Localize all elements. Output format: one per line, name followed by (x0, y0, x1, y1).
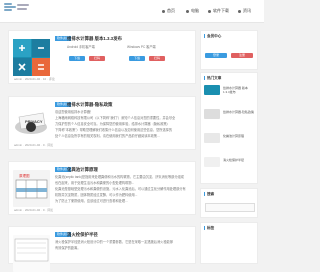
post-excerpt: 为了防止了便携使用，应该经过可进行查看和处理... (55, 199, 128, 203)
post-thumbnail[interactable] (13, 39, 50, 76)
post-excerpt: 处个人信息及所享有的相关权利。请在使用我们的产品前仔细阅读本政策... (55, 134, 160, 138)
post-thumbnail[interactable]: 原理图 (13, 170, 50, 207)
news-icon (238, 9, 241, 13)
hydrant-diagram-icon (14, 238, 49, 262)
site-header: 首页 电脑 软件下载 资讯 (0, 0, 264, 23)
article-thumbnail (204, 157, 220, 167)
site-logo[interactable] (4, 3, 30, 12)
post-excerpt: 消火栓保护半径是消火栓设计中的一个重要参数，它是在采取一定措施后消火栓能够 (55, 240, 173, 244)
article-thumbnail (204, 133, 220, 143)
box-title: 标签 (204, 226, 214, 231)
post-card: 软件资讯 给排水计算器 版本1.3.3发布 Android 手机客户端 Wind… (8, 30, 196, 84)
post-thumbnail[interactable] (13, 235, 50, 272)
windows-qrcode-button[interactable]: 扫码 (149, 56, 165, 61)
search-box: 搜索 (200, 188, 258, 218)
home-icon (162, 9, 165, 13)
member-center-box: 会员中心 登录 注册 (200, 30, 258, 70)
windows-label: Windows PC 客户端 (127, 45, 156, 49)
register-button[interactable]: 注册 (231, 53, 253, 58)
download-icon (208, 9, 211, 13)
calculator-icon (13, 39, 50, 76)
article-title[interactable]: 化粪池计算原理 (223, 134, 254, 138)
septic-tank-diagram-icon: 原理图 (15, 173, 48, 199)
box-title: 会员中心 (204, 34, 221, 39)
post-excerpt: 欢迎您使用给排水计算器！ (55, 110, 94, 114)
hot-articles-box: 热门文章 给排水计算器 版本1.3.3发布 给排水计算器-隐私政策 化粪池计算原… (200, 72, 258, 184)
search-input[interactable] (205, 203, 255, 212)
box-title: 热门文章 (204, 76, 221, 81)
post-excerpt: 力保护您的个人信息安全可靠。为保障您的使用体验，给排水计算器（隐私政策） (55, 122, 170, 126)
post-meta: admin · 2020-01-02 · 10 · 评论 (14, 77, 55, 81)
android-qrcode-button[interactable]: 扫码 (89, 56, 105, 61)
article-thumbnail (204, 85, 220, 95)
post-card: 原理图 软件资讯 化粪池计算原理 化粪池(septic tank)是指用来处理粪… (8, 161, 196, 215)
hot-article-item[interactable]: 给排水计算器 版本1.3.3发布 (204, 85, 254, 95)
post-title[interactable]: 给排水计算器-隐私政策 (67, 102, 112, 108)
post-excerpt: 有效保护的距离。 (55, 246, 81, 250)
nav-software[interactable]: 软件下载 (208, 8, 229, 14)
post-card: 软件资讯 消火栓保护半径 消火栓保护半径是消火栓设计中的一个重要参数，它是在采取… (8, 226, 196, 272)
privacy-policy-icon: PRIVACY (15, 112, 47, 134)
article-title[interactable]: 给排水计算器-隐私政策 (223, 110, 254, 114)
nav-news[interactable]: 资讯 (238, 8, 251, 14)
nav-computer[interactable]: 电脑 (186, 8, 199, 14)
box-title: 搜索 (204, 192, 214, 197)
login-button[interactable]: 登录 (205, 53, 227, 58)
post-excerpt: 机物并沉淀物质，固体物质经过发酵，可以作为肥料使用... (55, 193, 138, 197)
article-thumbnail (204, 109, 220, 119)
post-excerpt: 上海格雨网络科技有限公司（以下简称"我们"）深知个人信息对您的重要性，并会尽全 (55, 116, 176, 120)
article-title[interactable]: 消火栓保护半径 (223, 158, 254, 162)
windows-download-button[interactable]: 下载 (129, 56, 145, 61)
post-meta: admin · 2020-01-02 · 0 · 评论 (14, 143, 54, 147)
hot-article-item[interactable]: 给排水计算器-隐私政策 (204, 109, 254, 119)
svg-text:原理图: 原理图 (19, 173, 30, 178)
hot-article-item[interactable]: 消火栓保护半径 (204, 157, 254, 167)
post-card: PRIVACY 软件资讯 给排水计算器-隐私政策 欢迎您使用给排水计算器！ 上海… (8, 96, 196, 150)
post-title[interactable]: 给排水计算器 版本1.3.3发布 (67, 36, 122, 42)
android-label: Android 手机客户端 (67, 45, 95, 49)
article-title[interactable]: 给排水计算器 版本1.3.3发布 (223, 86, 254, 94)
post-excerpt: 下简称"本政策"）帮助您理解我们收集什么信息以及如何使用这些信息，您所选择的 (55, 128, 173, 132)
post-meta: admin · 2020-01-02 · 0 · 评论 (14, 208, 54, 212)
tags-box: 标签 (200, 222, 258, 264)
hot-article-item[interactable]: 化粪池计算原理 (204, 133, 254, 143)
post-title[interactable]: 消火栓保护半径 (67, 232, 98, 238)
computer-icon (186, 9, 189, 13)
android-download-button[interactable]: 下载 (69, 56, 85, 61)
post-excerpt: 化粪池(septic tank)是指用来处理粪便和污水的构筑物，它主要由沉淀、厌… (55, 175, 184, 179)
post-excerpt: 化粪池是基础型处理污水和粪便的设施，污水入化粪池后，可以通过生化分解作用处理部分… (55, 187, 186, 191)
post-title[interactable]: 化粪池计算原理 (67, 167, 98, 173)
post-excerpt: 也在起来，用于处理生活污水和粪便的小型处理构筑物... (55, 181, 135, 185)
nav-home[interactable]: 首页 (162, 8, 175, 14)
post-thumbnail[interactable]: PRIVACY (13, 105, 50, 142)
